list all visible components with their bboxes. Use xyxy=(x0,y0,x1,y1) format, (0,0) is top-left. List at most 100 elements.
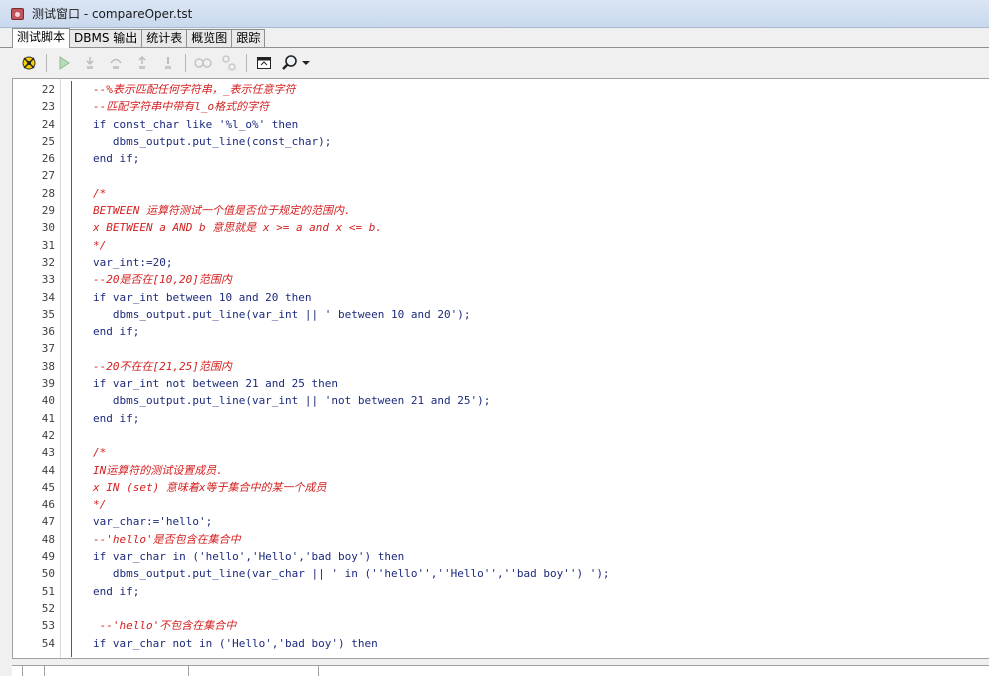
step-over-icon[interactable] xyxy=(105,52,127,74)
code-line[interactable]: 43 /* xyxy=(13,444,989,461)
code-comment: --匹配字符串中带有l_o格式的字符 xyxy=(93,100,270,114)
debug-icon[interactable] xyxy=(18,52,40,74)
toggle-breakpoints-icon[interactable] xyxy=(192,52,214,74)
line-number: 26 xyxy=(41,152,55,166)
tab-profiler[interactable]: 概览图 xyxy=(186,29,233,47)
code-line[interactable]: 47 var_char:='hello'; xyxy=(13,513,989,530)
line-number: 53 xyxy=(41,619,55,633)
line-number: 27 xyxy=(41,169,55,183)
line-number: 45 xyxy=(41,480,55,494)
code-text: var_char:='hello'; xyxy=(93,515,213,529)
code-line[interactable]: 40 dbms_output.put_line(var_int || 'not … xyxy=(13,392,989,409)
window-icon[interactable] xyxy=(253,52,275,74)
line-number: 50 xyxy=(41,567,55,581)
code-comment: --20不在在[21,25]范围内 xyxy=(93,359,232,373)
line-number: 33 xyxy=(41,273,55,287)
code-line[interactable]: 27 xyxy=(13,167,989,184)
tab-dbms-output[interactable]: DBMS 输出 xyxy=(69,29,143,47)
code-line[interactable]: 26 end if; xyxy=(13,150,989,167)
line-number: 29 xyxy=(41,204,55,218)
line-number: 46 xyxy=(41,498,55,512)
code-line[interactable]: 53 --'hello'不包含在集合中 xyxy=(13,617,989,634)
line-number: 24 xyxy=(41,117,55,131)
line-number: 54 xyxy=(41,636,55,650)
line-number: 23 xyxy=(41,100,55,114)
line-number: 34 xyxy=(41,290,55,304)
code-comment: /* xyxy=(93,446,107,460)
code-comment: --%表示匹配任何字符串，_表示任意字符 xyxy=(93,83,296,96)
code-line[interactable]: 44 IN运算符的测试设置成员. xyxy=(13,462,989,479)
code-line[interactable]: 29 BETWEEN 运算符测试一个值是否位于规定的范围内. xyxy=(13,202,989,219)
code-line[interactable]: 37 xyxy=(13,340,989,357)
tab-test-script[interactable]: 测试脚本 xyxy=(12,28,71,48)
code-line[interactable]: 51 end if; xyxy=(13,583,989,600)
toolbar-separator xyxy=(246,53,247,72)
line-number: 39 xyxy=(41,377,55,391)
code-line[interactable]: 34 if var_int between 10 and 20 then xyxy=(13,289,989,306)
code-line[interactable]: 38 --20不在在[21,25]范围内 xyxy=(13,358,989,375)
line-number: 48 xyxy=(41,532,55,546)
code-line[interactable]: 46 */ xyxy=(13,496,989,513)
code-line[interactable]: 23 --匹配字符串中带有l_o格式的字符 xyxy=(13,98,989,115)
tab-bar: 测试脚本 DBMS 输出 统计表 概览图 跟踪 xyxy=(0,28,989,48)
line-number: 52 xyxy=(41,601,55,615)
code-comment: --'hello'是否包含在集合中 xyxy=(93,532,241,546)
code-line[interactable]: 35 dbms_output.put_line(var_int || ' bet… xyxy=(13,306,989,323)
line-number: 51 xyxy=(41,584,55,598)
code-line[interactable]: 45 x IN (set) 意味着x等于集合中的某一个成员 xyxy=(13,479,989,496)
line-number: 28 xyxy=(41,186,55,200)
line-number: 35 xyxy=(41,307,55,321)
code-line[interactable]: 28 /* xyxy=(13,185,989,202)
code-comment: IN运算符的测试设置成员. xyxy=(93,463,223,477)
line-number: 41 xyxy=(41,411,55,425)
code-line[interactable]: 25 dbms_output.put_line(const_char); xyxy=(13,133,989,150)
code-line[interactable]: 22 --%表示匹配任何字符串，_表示任意字符 xyxy=(13,81,989,98)
code-text: if var_int between 10 and 20 then xyxy=(93,290,312,304)
code-line[interactable]: 32 var_int:=20; xyxy=(13,254,989,271)
line-number: 31 xyxy=(41,238,55,252)
code-line[interactable]: 54 if var_char not in ('Hello','bad boy')… xyxy=(13,635,989,652)
test-window-icon xyxy=(10,6,26,22)
window-title: 测试窗口 - compareOper.tst xyxy=(32,7,193,21)
code-comment: BETWEEN 运算符测试一个值是否位于规定的范围内. xyxy=(93,204,351,218)
line-number: 44 xyxy=(41,463,55,477)
column-separator xyxy=(188,666,189,676)
code-line[interactable]: 48 --'hello'是否包含在集合中 xyxy=(13,531,989,548)
code-line[interactable]: 39 if var_int not between 21 and 25 then xyxy=(13,375,989,392)
line-number: 32 xyxy=(41,255,55,269)
code-line[interactable]: 52 xyxy=(13,600,989,617)
variables-grid-header xyxy=(12,665,989,676)
tab-trace[interactable]: 跟踪 xyxy=(231,29,266,47)
code-line[interactable]: 30 x BETWEEN a AND b 意思就是 x >= a and x <=… xyxy=(13,219,989,236)
toolbar-separator xyxy=(46,53,47,72)
code-line[interactable]: 41 end if; xyxy=(13,410,989,427)
run-icon[interactable] xyxy=(53,52,75,74)
code-line[interactable]: 50 dbms_output.put_line(var_char || ' in… xyxy=(13,565,989,582)
code-line[interactable]: 31 */ xyxy=(13,237,989,254)
code-editor[interactable]: 22 --%表示匹配任何字符串，_表示任意字符 23 --匹配字符串中带有l_o格式的… xyxy=(12,78,989,658)
code-text: var_int:=20; xyxy=(93,255,173,269)
line-number: 22 xyxy=(41,83,55,96)
code-line[interactable]: 33 --20是否在[10,20]范围内 xyxy=(13,271,989,288)
code-lines: 22 --%表示匹配任何字符串，_表示任意字符 23 --匹配字符串中带有l_o格式的… xyxy=(13,81,989,652)
run-to-exception-icon[interactable] xyxy=(157,52,179,74)
dropdown-arrow-icon[interactable] xyxy=(301,52,311,74)
find-icon[interactable] xyxy=(279,52,301,74)
watch-icon[interactable] xyxy=(218,52,240,74)
toolbar-separator xyxy=(185,53,186,72)
code-line[interactable]: 49 if var_char in ('hello','Hello','bad b… xyxy=(13,548,989,565)
line-number: 42 xyxy=(41,428,55,442)
line-number: 30 xyxy=(41,221,55,235)
code-line[interactable]: 42 xyxy=(13,427,989,444)
tab-statistics[interactable]: 统计表 xyxy=(141,29,188,47)
code-line[interactable]: 36 end if; xyxy=(13,323,989,340)
code-text: if const_char like '%l_o%' then xyxy=(93,117,299,131)
step-out-icon[interactable] xyxy=(131,52,153,74)
code-text: dbms_output.put_line(var_char || ' in ('… xyxy=(93,567,610,581)
step-into-icon[interactable] xyxy=(79,52,101,74)
code-comment: --20是否在[10,20]范围内 xyxy=(93,273,232,287)
column-separator xyxy=(318,666,319,676)
line-number: 37 xyxy=(41,342,55,356)
code-comment: x IN (set) 意味着x等于集合中的某一个成员 xyxy=(93,480,327,494)
code-line[interactable]: 24 if const_char like '%l_o%' then xyxy=(13,116,989,133)
